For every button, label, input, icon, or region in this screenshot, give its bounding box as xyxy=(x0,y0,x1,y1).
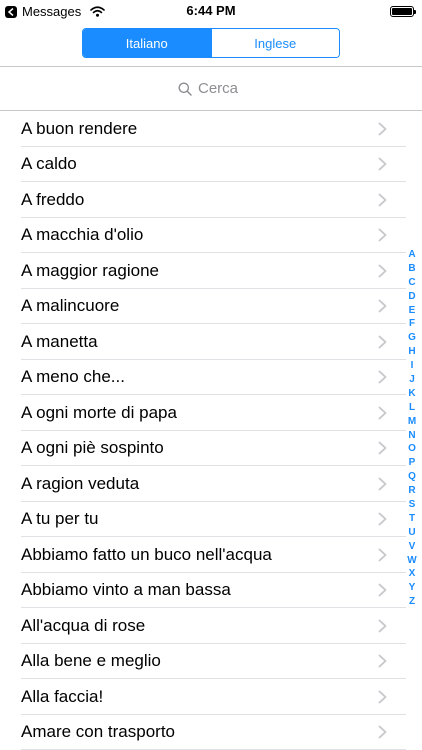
index-letter[interactable]: A xyxy=(408,248,415,262)
index-letter[interactable]: V xyxy=(409,540,416,554)
list-item[interactable]: A freddo xyxy=(0,182,422,218)
index-letter[interactable]: D xyxy=(408,290,415,304)
index-letter[interactable]: Y xyxy=(409,581,416,595)
section-index[interactable]: ABCDEFGHIJKLMNOPQRSTUVWXYZ xyxy=(406,248,418,609)
index-letter[interactable]: N xyxy=(408,429,415,443)
index-letter[interactable]: W xyxy=(407,554,416,568)
list-item-label: A manetta xyxy=(21,331,98,351)
list-item-label: A macchia d'olio xyxy=(21,225,144,245)
segment-inglese[interactable]: Inglese xyxy=(210,29,339,57)
index-letter[interactable]: J xyxy=(409,373,415,387)
list-item[interactable]: A manetta xyxy=(0,324,422,360)
list-item[interactable]: All'acqua di rose xyxy=(0,608,422,644)
list-item-label: Abbiamo vinto a man bassa xyxy=(21,580,231,600)
list-item-label: A ogni piè sospinto xyxy=(21,438,164,458)
chevron-right-icon xyxy=(378,441,387,455)
list-item[interactable]: A macchia d'olio xyxy=(0,218,422,254)
list-item[interactable]: A buon rendere xyxy=(0,111,422,147)
index-letter[interactable]: F xyxy=(409,317,415,331)
index-letter[interactable]: C xyxy=(408,276,415,290)
list-item[interactable]: A malincuore xyxy=(0,289,422,325)
search-input[interactable] xyxy=(198,80,244,97)
list-item-label: Amare con trasporto xyxy=(21,722,176,742)
phrase-list: A buon rendere A caldo A freddo A macchia d… xyxy=(0,111,422,750)
index-letter[interactable]: Z xyxy=(409,595,415,609)
index-letter[interactable]: T xyxy=(409,512,415,526)
index-letter[interactable]: M xyxy=(408,415,416,429)
index-letter[interactable]: Q xyxy=(408,470,416,484)
chevron-right-icon xyxy=(378,299,387,313)
status-bar: Messages 6:44 PM xyxy=(0,0,422,22)
list-item[interactable]: A ogni piè sospinto xyxy=(0,431,422,467)
list-item[interactable]: A meno che... xyxy=(0,360,422,396)
list-item-label: A buon rendere xyxy=(21,118,138,138)
index-letter[interactable]: O xyxy=(408,442,416,456)
index-letter[interactable]: I xyxy=(411,359,414,373)
battery-level xyxy=(392,8,412,15)
index-letter[interactable]: X xyxy=(409,567,416,581)
app-screen: Messages 6:44 PM Italiano Inglese Cerca … xyxy=(0,0,422,750)
list-item[interactable]: Alla bene e meglio xyxy=(0,644,422,680)
chevron-right-icon xyxy=(378,157,387,171)
list-item-label: Alla bene e meglio xyxy=(21,651,161,671)
chevron-right-icon xyxy=(378,690,387,704)
chevron-right-icon xyxy=(378,122,387,136)
list-item-label: A tu per tu xyxy=(21,509,99,529)
list-item[interactable]: Abbiamo vinto a man bassa xyxy=(0,573,422,609)
list-item[interactable]: A ogni morte di papa xyxy=(0,395,422,431)
chevron-right-icon xyxy=(378,264,387,278)
index-letter[interactable]: R xyxy=(408,484,415,498)
status-time: 6:44 PM xyxy=(186,3,236,18)
chevron-right-icon xyxy=(378,583,387,597)
language-segmented-control: Italiano Inglese xyxy=(82,28,340,58)
chevron-right-icon xyxy=(378,370,387,384)
segment-italiano[interactable]: Italiano xyxy=(83,29,211,57)
list-item[interactable]: A ragion veduta xyxy=(0,466,422,502)
chevron-right-icon xyxy=(378,477,387,491)
chevron-right-icon xyxy=(378,619,387,633)
list-item[interactable]: A maggior ragione xyxy=(0,253,422,289)
list-item[interactable]: A tu per tu xyxy=(0,502,422,538)
chevron-right-icon xyxy=(378,512,387,526)
chevron-right-icon xyxy=(378,335,387,349)
battery-icon xyxy=(390,6,416,17)
list-item-label: A malincuore xyxy=(21,296,120,316)
list-item-label: A ragion veduta xyxy=(21,473,140,493)
list-item-label: Abbiamo fatto un buco nell'acqua xyxy=(21,544,272,564)
index-letter[interactable]: H xyxy=(408,345,415,359)
chevron-right-icon xyxy=(378,406,387,420)
index-letter[interactable]: G xyxy=(408,331,416,345)
list-item-label: A ogni morte di papa xyxy=(21,402,177,422)
list-item[interactable]: Abbiamo fatto un buco nell'acqua xyxy=(0,537,422,573)
index-letter[interactable]: U xyxy=(408,526,415,540)
list-item-label: A maggior ragione xyxy=(21,260,159,280)
list-item-label: A freddo xyxy=(21,189,85,209)
chevron-right-icon xyxy=(378,654,387,668)
search-bar xyxy=(0,67,422,110)
index-letter[interactable]: P xyxy=(409,456,416,470)
index-letter[interactable]: L xyxy=(409,401,415,415)
index-letter[interactable]: B xyxy=(408,262,415,276)
list-item[interactable]: A caldo xyxy=(0,147,422,183)
list-item[interactable]: Amare con trasporto xyxy=(0,715,422,750)
list-item-label: A caldo xyxy=(21,154,77,174)
chevron-right-icon xyxy=(378,193,387,207)
chevron-right-icon xyxy=(378,725,387,739)
list-item-label: Alla faccia! xyxy=(21,686,104,706)
list-item-label: All'acqua di rose xyxy=(21,615,146,635)
chevron-right-icon xyxy=(378,228,387,242)
index-letter[interactable]: E xyxy=(409,304,416,318)
list-item-label: A meno che... xyxy=(21,367,125,387)
list-item[interactable]: Alla faccia! xyxy=(0,679,422,715)
index-letter[interactable]: S xyxy=(409,498,416,512)
search-field[interactable] xyxy=(178,80,244,97)
index-letter[interactable]: K xyxy=(408,387,415,401)
chevron-right-icon xyxy=(378,548,387,562)
magnifier-icon xyxy=(178,82,192,96)
